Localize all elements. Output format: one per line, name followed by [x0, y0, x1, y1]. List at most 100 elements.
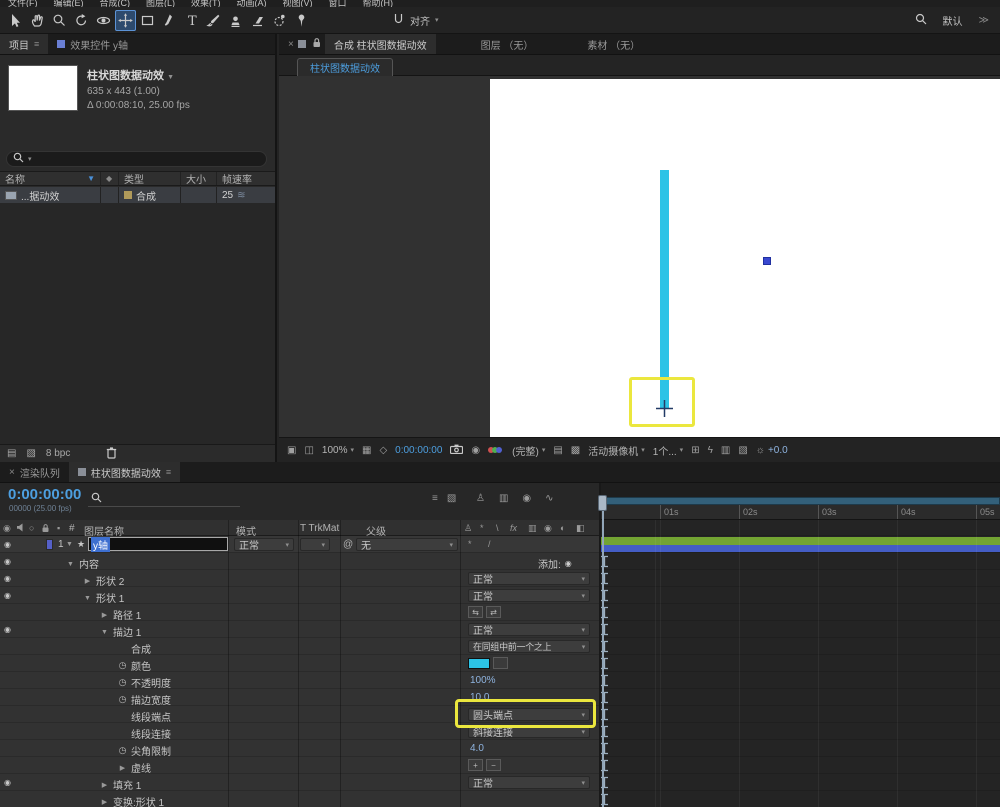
- twirl-icon[interactable]: [67, 561, 74, 568]
- property-dropdown[interactable]: 斜接连接 ▾: [468, 725, 590, 738]
- path-merge-icon[interactable]: ⇄: [486, 606, 501, 618]
- property-dropdown[interactable]: 正常 ▾: [468, 776, 590, 789]
- menu-item[interactable]: 动画(A): [237, 0, 267, 7]
- comp-navigator-tab[interactable]: 柱状图数据动效: [297, 58, 393, 76]
- visibility-toggle-icon[interactable]: ◉: [4, 625, 11, 634]
- property-label[interactable]: 描边 1: [113, 624, 141, 639]
- visibility-toggle-icon[interactable]: ◉: [4, 778, 11, 787]
- selected-vertex-handle[interactable]: [763, 257, 771, 265]
- panel-menu-icon[interactable]: ≡: [34, 39, 39, 49]
- show-channels-icon[interactable]: [488, 445, 504, 455]
- twirl-icon[interactable]: [120, 765, 125, 772]
- stopwatch-icon[interactable]: ◷: [119, 677, 127, 687]
- property-label[interactable]: 虚线: [131, 760, 151, 775]
- twirl-icon[interactable]: [102, 782, 107, 789]
- property-dropdown[interactable]: 圆头端点 ▾: [468, 708, 590, 721]
- remove-dash-button[interactable]: −: [486, 759, 501, 771]
- comp-name[interactable]: 柱状图数据动效 ▼: [87, 67, 190, 83]
- column-type[interactable]: 类型: [118, 172, 180, 185]
- view-layout-dropdown[interactable]: 1个... ▾: [653, 443, 683, 458]
- tab-render-queue[interactable]: × 渲染队列: [0, 462, 69, 482]
- composition-canvas[interactable]: [490, 79, 1000, 437]
- stopwatch-icon[interactable]: ◷: [119, 694, 127, 704]
- hand-tool[interactable]: [27, 10, 48, 31]
- tab-project[interactable]: 项目 ≡: [0, 34, 49, 54]
- work-area-bar[interactable]: [600, 497, 1000, 505]
- visibility-toggle-icon[interactable]: ◉: [4, 591, 11, 600]
- clone-stamp-tool[interactable]: [225, 10, 246, 31]
- column-name[interactable]: 名称 ▼: [0, 172, 100, 185]
- flowchart-button-icon[interactable]: ▧: [738, 445, 747, 456]
- selection-tool[interactable]: [5, 10, 26, 31]
- tab-layer[interactable]: 图层 （无）: [472, 34, 543, 54]
- trkmat-dropdown[interactable]: ▾: [300, 538, 330, 551]
- blend-mode-dropdown[interactable]: 正常 ▾: [234, 538, 294, 551]
- viewer-timecode[interactable]: ​0:00:00:00: [395, 445, 442, 456]
- property-label[interactable]: 形状 1: [96, 590, 124, 605]
- project-item-row[interactable]: ...据动效 合成 25 ≋: [0, 187, 275, 203]
- property-dropdown[interactable]: 正常 ▾: [468, 589, 590, 602]
- primary-viewer-icon[interactable]: ◫: [304, 445, 313, 456]
- property-label[interactable]: 填充 1: [113, 777, 141, 792]
- workspace-overflow-icon[interactable]: ≫: [979, 15, 989, 26]
- property-dropdown[interactable]: 正常 ▾: [468, 572, 590, 585]
- menu-item[interactable]: 文件(F): [8, 0, 38, 7]
- path-direction-icon[interactable]: ⇆: [468, 606, 483, 618]
- quality-icon[interactable]: /: [488, 539, 491, 549]
- comp-mini-flowchart-icon[interactable]: ≡: [432, 493, 438, 504]
- shy-layers-icon[interactable]: ♙: [476, 493, 485, 504]
- tab-effect-controls[interactable]: 效果控件 y轴: [48, 34, 137, 54]
- layer-twirl-icon[interactable]: ▼: [66, 541, 73, 548]
- layer-visibility-icon[interactable]: ◉: [4, 540, 11, 549]
- magnification-dropdown[interactable]: 100% ▾: [322, 445, 354, 456]
- region-of-interest-icon[interactable]: ▤: [553, 445, 562, 456]
- twirl-icon[interactable]: [102, 612, 107, 619]
- reset-exposure-icon[interactable]: ☼: [756, 445, 765, 456]
- property-value[interactable]: 4.0: [470, 743, 484, 754]
- mask-visibility-icon[interactable]: ◇: [379, 445, 387, 456]
- tab-composition[interactable]: 合成 柱状图数据动效: [324, 34, 436, 54]
- current-time-display[interactable]: 0:00:00:00: [8, 486, 81, 503]
- comp-thumbnail[interactable]: [8, 65, 78, 111]
- menu-item[interactable]: 图层(L): [146, 0, 175, 7]
- menu-item[interactable]: 窗口: [329, 0, 347, 7]
- grid-guides-icon[interactable]: ▦: [362, 445, 371, 456]
- visibility-toggle-icon[interactable]: ◉: [4, 557, 11, 566]
- comp-name-caret-icon[interactable]: ▼: [167, 74, 174, 81]
- rectangle-tool[interactable]: [137, 10, 158, 31]
- view-dropdown[interactable]: 活动摄像机 ▾: [588, 443, 645, 458]
- stroke-color-swatch[interactable]: [468, 657, 490, 669]
- graph-editor-icon[interactable]: ∿: [545, 493, 553, 504]
- workspace-label[interactable]: 默认: [943, 13, 963, 28]
- magnet-icon[interactable]: [391, 12, 405, 29]
- twirl-icon[interactable]: [84, 595, 91, 602]
- puppet-pin-tool[interactable]: [291, 10, 312, 31]
- panel-menu-icon[interactable]: ≡: [166, 467, 171, 477]
- menu-item[interactable]: 合成(C): [100, 0, 131, 7]
- add-label[interactable]: 添加:: [538, 556, 561, 571]
- type-tool[interactable]: T: [181, 10, 202, 31]
- layer-name-input[interactable]: y轴: [88, 536, 228, 552]
- interpret-footage-icon[interactable]: ▤: [7, 448, 16, 459]
- property-label[interactable]: 尖角限制: [131, 743, 171, 758]
- column-size[interactable]: 大小: [180, 172, 216, 185]
- search-workspace-icon[interactable]: [915, 13, 927, 28]
- property-value[interactable]: 100%: [470, 675, 496, 686]
- property-label[interactable]: 描边宽度: [131, 692, 171, 707]
- snapping-caret-icon[interactable]: ▾: [435, 16, 439, 24]
- property-label[interactable]: 不透明度: [131, 675, 171, 690]
- layer-label-chip[interactable]: [46, 539, 53, 550]
- property-label[interactable]: 合成: [131, 641, 151, 656]
- property-label[interactable]: 路径 1: [113, 607, 141, 622]
- timeline-search-input[interactable]: [88, 491, 240, 507]
- pan-behind-tool[interactable]: [115, 9, 136, 31]
- eraser-tool[interactable]: [247, 10, 268, 31]
- current-time-indicator-handle[interactable]: [598, 495, 607, 511]
- rotate-tool[interactable]: [71, 10, 92, 31]
- menu-item[interactable]: 效果(T): [191, 0, 221, 7]
- item-name[interactable]: ...据动效: [21, 188, 59, 203]
- project-search-input[interactable]: ▾: [6, 151, 267, 167]
- layer-duration-bar[interactable]: [600, 537, 1000, 545]
- property-dropdown[interactable]: 正常 ▾: [468, 623, 590, 636]
- parent-pickwhip-icon[interactable]: @: [343, 539, 353, 550]
